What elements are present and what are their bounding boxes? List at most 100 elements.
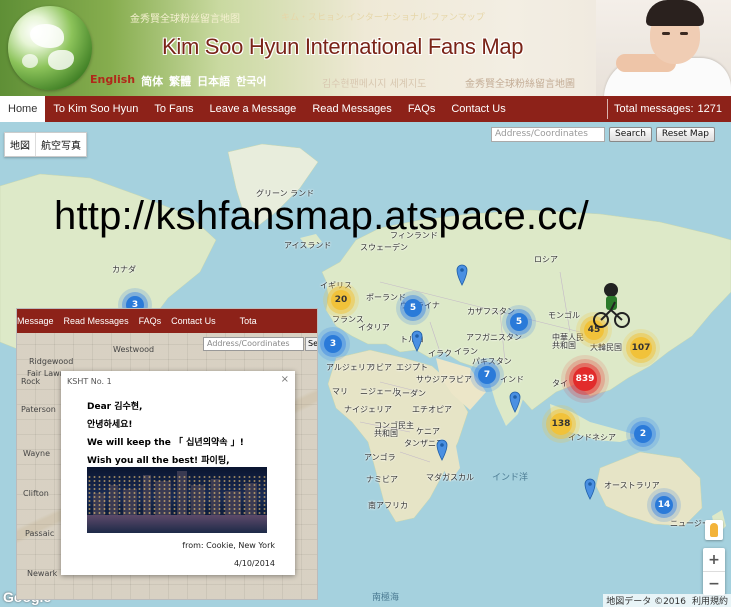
label-indonesia: インドネシア — [568, 433, 616, 442]
map-pin-icon[interactable] — [436, 439, 448, 461]
inset-place: Newark — [27, 569, 58, 578]
label-congo: コンゴ民主 共和国 — [374, 421, 414, 438]
lang-english[interactable]: English — [90, 73, 135, 89]
inset-nav-item: Contact Us — [171, 316, 216, 326]
label-algeria: アルジェリア — [326, 363, 374, 372]
label-mongolia: モンゴル — [548, 311, 580, 320]
popup-message-line: Dear 김수현, — [87, 402, 143, 412]
lang-japanese[interactable]: 日本語 — [197, 73, 230, 89]
inset-address-input: Address/Coordinates — [203, 337, 304, 351]
label-afghanistan: アフガニスタン — [466, 333, 522, 342]
terms-link[interactable]: 利用規約 — [692, 594, 728, 607]
site-header: 金秀賢全球粉丝留言地图 キム・スヒョン·インターナショナル·ファンマップ Kim… — [0, 0, 731, 96]
inset-place: Paterson — [21, 405, 56, 414]
label-nigeria: ナイジェリア — [344, 405, 392, 414]
popup-date: 4/10/2014 — [233, 559, 275, 568]
cluster-marker[interactable]: 5 — [510, 313, 528, 331]
label-australia: オーストラリア — [604, 481, 660, 490]
nav-faqs[interactable]: FAQs — [400, 96, 444, 122]
label-egypt: エジプト — [396, 363, 428, 372]
label-italy: イタリア — [358, 323, 390, 332]
inset-screenshot: Message Read Messages FAQs Contact Us To… — [16, 308, 318, 600]
inset-nav-item: Tota — [239, 316, 257, 326]
nav-to-fans[interactable]: To Fans — [146, 96, 201, 122]
label-canada: カナダ — [112, 265, 136, 274]
lang-korean[interactable]: 한국어 — [236, 73, 266, 89]
popup-message-line: We will keep the 「 십년의약속 」! — [87, 438, 244, 448]
total-messages: Total messages: 1271 — [607, 99, 731, 119]
label-pakistan: パキスタン — [472, 357, 512, 366]
reset-map-button[interactable]: Reset Map — [655, 127, 715, 142]
cluster-marker[interactable]: 138 — [550, 413, 572, 435]
inset-place: Rock — [21, 377, 41, 386]
zoom-in-button[interactable]: + — [703, 548, 725, 571]
label-kazakhstan: カザフスタン — [467, 307, 515, 316]
cluster-marker[interactable]: 14 — [655, 496, 673, 514]
map-type-map[interactable]: 地図 — [5, 133, 35, 156]
map-pin-icon[interactable] — [509, 391, 521, 413]
nav-contact-us[interactable]: Contact Us — [443, 96, 513, 122]
popup-from: from: Cookie, New York — [182, 541, 275, 550]
map-search-bar: Address/Coordinates Search Reset Map — [491, 127, 715, 142]
label-southern-ocean: 南極海 — [372, 593, 400, 603]
map-pin-icon[interactable] — [456, 264, 468, 286]
label-india: インド — [500, 375, 524, 384]
subtitle-korean: 김수현팬메시지 세계지도 — [322, 79, 427, 90]
inset-navigation: Message Read Messages FAQs Contact Us To… — [17, 309, 317, 333]
celebrity-photo — [596, 0, 731, 96]
inset-nav-item: FAQs — [138, 316, 162, 326]
label-mali: マリ — [332, 387, 348, 396]
inset-place: Westwood — [113, 345, 155, 354]
city-skyline-photo — [87, 467, 267, 533]
subtitle-chinese: 金秀賢全球粉丝留言地图 — [130, 14, 240, 25]
label-madagascar: マダガスカル — [426, 473, 474, 482]
nav-home[interactable]: Home — [0, 96, 46, 122]
total-messages-count: 1271 — [697, 103, 722, 115]
nav-leave-message[interactable]: Leave a Message — [201, 96, 304, 122]
label-china: 中華人民 共和国 — [552, 333, 584, 350]
search-button[interactable]: Search — [609, 127, 652, 142]
inset-place: Ridgewood — [29, 357, 74, 366]
label-iraq: イラク — [428, 349, 452, 358]
close-icon[interactable]: × — [281, 374, 289, 385]
message-popup: KSHT No. 1 × Dear 김수현, 안녕하세요! We will ke… — [61, 371, 295, 575]
label-indian-ocean: インド洋 — [492, 473, 529, 483]
label-saudi: サウジアラビア — [416, 375, 472, 384]
label-libya: リビア — [368, 363, 392, 372]
cyclist-marker-icon[interactable] — [591, 282, 631, 330]
map-type-satellite[interactable]: 航空写真 — [35, 133, 86, 156]
subtitle-japanese: キム・スヒョン·インターナショナル·ファンマップ — [281, 13, 485, 23]
cluster-marker[interactable]: 3 — [324, 335, 342, 353]
label-new-zealand: ニュージー — [670, 519, 710, 528]
nav-to-kim-soo-hyun[interactable]: To Kim Soo Hyun — [45, 96, 146, 122]
cluster-marker[interactable]: 20 — [331, 290, 351, 310]
label-namibia: ナミビア — [366, 475, 398, 484]
address-input[interactable]: Address/Coordinates — [491, 127, 605, 142]
popup-message-line: Wish you all the best! 파이팅, — [87, 456, 230, 466]
label-sweden: スウェーデン — [360, 243, 408, 252]
nav-read-messages[interactable]: Read Messages — [304, 96, 400, 122]
language-switcher: English 简体 繁體 日本語 한국어 — [90, 73, 267, 89]
inset-place: Wayne — [23, 449, 51, 458]
inset-place: Clifton — [23, 489, 49, 498]
zoom-out-button[interactable]: − — [703, 571, 725, 595]
lang-simplified-chinese[interactable]: 简体 — [141, 73, 163, 89]
map-pin-icon[interactable] — [411, 330, 423, 352]
lang-traditional-chinese[interactable]: 繁體 — [169, 73, 191, 89]
cluster-marker[interactable]: 839 — [573, 367, 597, 391]
cluster-marker[interactable]: 2 — [634, 425, 652, 443]
cluster-marker[interactable]: 107 — [630, 337, 652, 359]
label-angola: アンゴラ — [364, 453, 396, 462]
cluster-marker[interactable]: 7 — [478, 366, 496, 384]
subtitle-traditional: 金秀賢全球粉絲留言地圖 — [465, 79, 575, 90]
site-title: Kim Soo Hyun International Fans Map — [162, 34, 524, 59]
globe-logo — [8, 6, 92, 90]
popup-title: KSHT No. 1 — [67, 377, 112, 386]
total-messages-label: Total messages: — [614, 103, 694, 115]
overlay-url: http://kshfansmap.atspace.cc/ — [54, 194, 589, 238]
map-pin-icon[interactable] — [584, 478, 596, 500]
cluster-marker[interactable]: 5 — [404, 299, 422, 317]
inset-nav-item: Read Messages — [63, 316, 129, 326]
street-view-pegman-icon[interactable] — [705, 520, 723, 540]
map-attribution: 地図データ ©2016 利用規約 — [603, 594, 731, 607]
